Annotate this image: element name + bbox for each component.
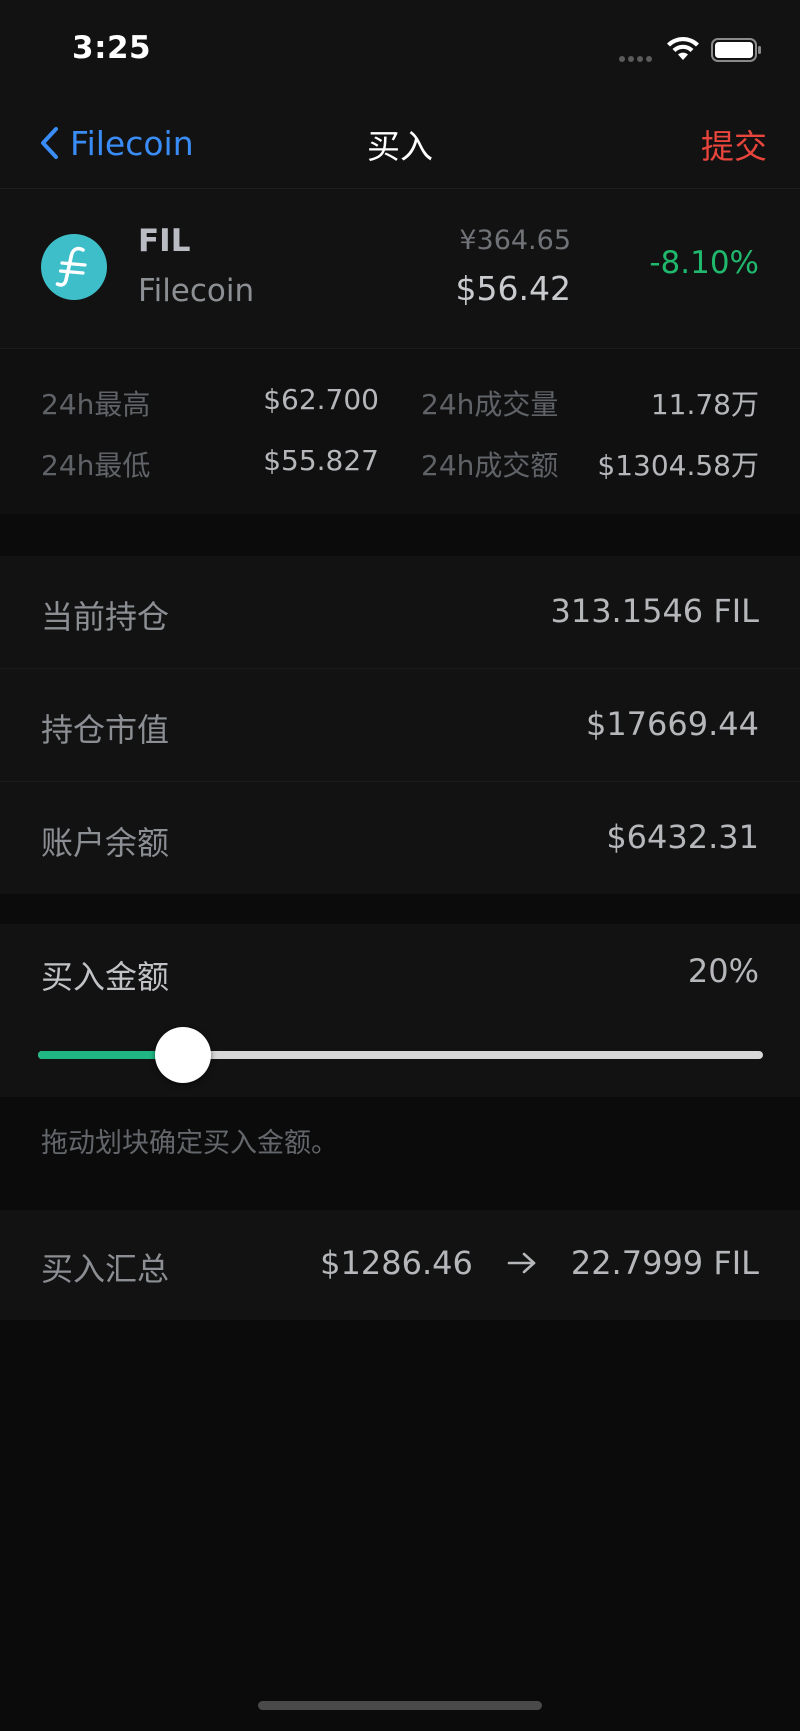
back-button-label: Filecoin <box>70 123 194 163</box>
navigation-bar: Filecoin 买入 提交 <box>0 100 800 189</box>
wifi-icon <box>667 37 699 60</box>
holdings-list: 当前持仓 313.1546 FIL 持仓市值 $17669.44 账户余额 $6… <box>0 556 800 894</box>
position-value: 313.1546 FIL <box>550 592 759 630</box>
buy-amount-slider[interactable] <box>38 1027 763 1083</box>
back-button[interactable]: Filecoin <box>38 118 194 168</box>
low-24h-label: 24h最低 <box>41 449 151 482</box>
submit-button[interactable]: 提交 <box>701 120 767 168</box>
buy-summary: 买入汇总 $1286.46 22.7999 FIL <box>0 1210 800 1320</box>
volume-24h-value: 11.78万 <box>650 388 759 421</box>
cellular-signal-icon <box>619 56 652 62</box>
status-time: 3:25 <box>72 30 152 66</box>
balance-value: $6432.31 <box>606 818 759 856</box>
market-value-label: 持仓市值 <box>41 711 170 749</box>
high-24h-value: $62.700 <box>263 383 379 416</box>
buy-amount-percent: 20% <box>687 952 759 990</box>
market-stats: 24h最高 $62.700 24h成交量 11.78万 24h最低 $55.82… <box>0 349 800 514</box>
price-usd: $56.42 <box>455 269 571 308</box>
summary-label: 买入汇总 <box>41 1250 170 1288</box>
coin-name: Filecoin <box>138 273 255 309</box>
balance-label: 账户余额 <box>41 824 170 862</box>
turnover-24h-value: $1304.58万 <box>597 449 759 482</box>
coin-header: FIL Filecoin ¥364.65 $56.42 -8.10% <box>0 189 800 349</box>
high-24h-label: 24h最高 <box>41 388 151 421</box>
position-label: 当前持仓 <box>41 598 170 636</box>
battery-icon <box>711 38 761 62</box>
arrow-right-icon <box>507 1252 536 1274</box>
market-value-value: $17669.44 <box>585 705 759 743</box>
status-bar: 3:25 <box>0 0 800 100</box>
coin-symbol: FIL <box>138 223 191 259</box>
slider-hint: 拖动划块确定买入金额。 <box>41 1128 338 1159</box>
summary-quantity: 22.7999 FIL <box>570 1244 759 1282</box>
list-item: 账户余额 $6432.31 <box>0 782 800 894</box>
volume-24h-label: 24h成交量 <box>421 388 559 421</box>
turnover-24h-label: 24h成交额 <box>421 449 559 482</box>
chevron-left-icon <box>41 127 58 159</box>
summary-values: $1286.46 22.7999 FIL <box>320 1244 759 1282</box>
buy-amount-label: 买入金额 <box>41 958 170 996</box>
filecoin-logo-icon <box>41 234 107 300</box>
low-24h-value: $55.827 <box>263 444 379 477</box>
summary-amount: $1286.46 <box>320 1244 473 1282</box>
price-change-percent: -8.10% <box>649 245 759 281</box>
price-cny: ¥364.65 <box>459 225 571 256</box>
home-indicator <box>258 1701 542 1710</box>
list-item: 持仓市值 $17669.44 <box>0 669 800 782</box>
buy-amount-section: 买入金额 20% <box>0 924 800 1097</box>
slider-thumb[interactable] <box>155 1027 211 1083</box>
list-item: 当前持仓 313.1546 FIL <box>0 556 800 669</box>
